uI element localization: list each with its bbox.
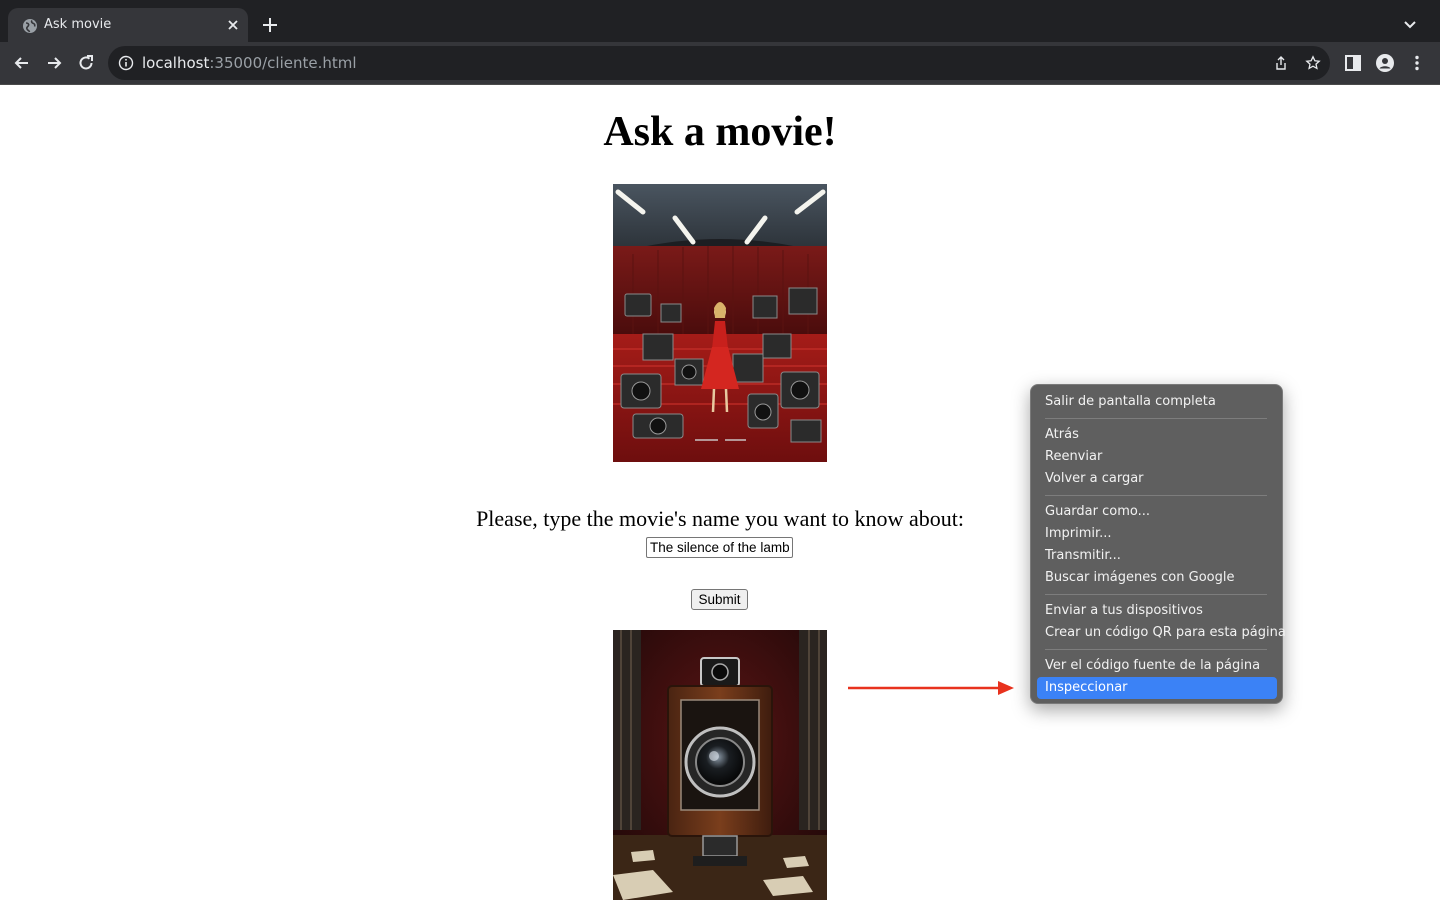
menu-item-save-as[interactable]: Guardar como...	[1037, 501, 1277, 523]
globe-icon	[23, 19, 37, 33]
chevron-down-icon[interactable]	[1400, 15, 1420, 35]
menu-item-cast[interactable]: Transmitir...	[1037, 545, 1277, 567]
forward-arrow-icon[interactable]	[44, 53, 64, 73]
new-tab-icon[interactable]	[260, 15, 280, 35]
cinema-poster-image	[613, 184, 827, 462]
toolbar-divider	[0, 84, 1440, 85]
menu-item-reload[interactable]: Volver a cargar	[1037, 468, 1277, 490]
share-icon[interactable]	[1273, 55, 1289, 71]
url-text: localhost:35000/cliente.html	[142, 54, 357, 72]
movie-name-input[interactable]	[646, 537, 793, 558]
menu-item-forward[interactable]: Reenviar	[1037, 446, 1277, 468]
menu-item-send-to-devices[interactable]: Enviar a tus dispositivos	[1037, 600, 1277, 622]
address-bar[interactable]: localhost:35000/cliente.html	[108, 46, 1330, 80]
browser-tab[interactable]: Ask movie	[8, 8, 248, 42]
close-icon[interactable]	[225, 17, 241, 33]
profile-avatar-icon[interactable]	[1375, 53, 1395, 73]
menu-item-create-qr[interactable]: Crear un código QR para esta página	[1037, 622, 1286, 644]
context-menu: Salir de pantalla completa Atrás Reenvia…	[1030, 384, 1286, 704]
menu-separator	[1045, 418, 1267, 419]
menu-item-search-images[interactable]: Buscar imágenes con Google	[1037, 567, 1277, 589]
menu-separator	[1045, 495, 1267, 496]
bookmark-star-icon[interactable]	[1305, 55, 1321, 71]
menu-separator	[1045, 594, 1267, 595]
menu-separator	[1045, 649, 1267, 650]
menu-item-view-source[interactable]: Ver el código fuente de la página	[1037, 655, 1277, 677]
page-title: Ask a movie!	[603, 109, 837, 155]
menu-item-inspect[interactable]: Inspeccionar	[1037, 677, 1277, 699]
menu-item-exit-fullscreen[interactable]: Salir de pantalla completa	[1037, 391, 1277, 413]
side-panel-icon[interactable]	[1343, 53, 1363, 73]
browser-toolbar: localhost:35000/cliente.html	[0, 42, 1440, 84]
url-path: :35000/cliente.html	[209, 54, 357, 72]
url-host: localhost	[142, 54, 210, 72]
tab-title: Ask movie	[44, 17, 112, 32]
vintage-camera-image	[613, 630, 827, 900]
pointer-arrow-icon	[848, 681, 1014, 695]
back-arrow-icon[interactable]	[12, 53, 32, 73]
menu-item-print[interactable]: Imprimir...	[1037, 523, 1277, 545]
info-icon[interactable]	[118, 55, 134, 71]
reload-icon[interactable]	[76, 53, 96, 73]
kebab-menu-icon[interactable]	[1407, 53, 1427, 73]
menu-item-back[interactable]: Atrás	[1037, 424, 1277, 446]
submit-button[interactable]: Submit	[691, 589, 748, 610]
tab-strip: Ask movie	[0, 0, 1440, 42]
